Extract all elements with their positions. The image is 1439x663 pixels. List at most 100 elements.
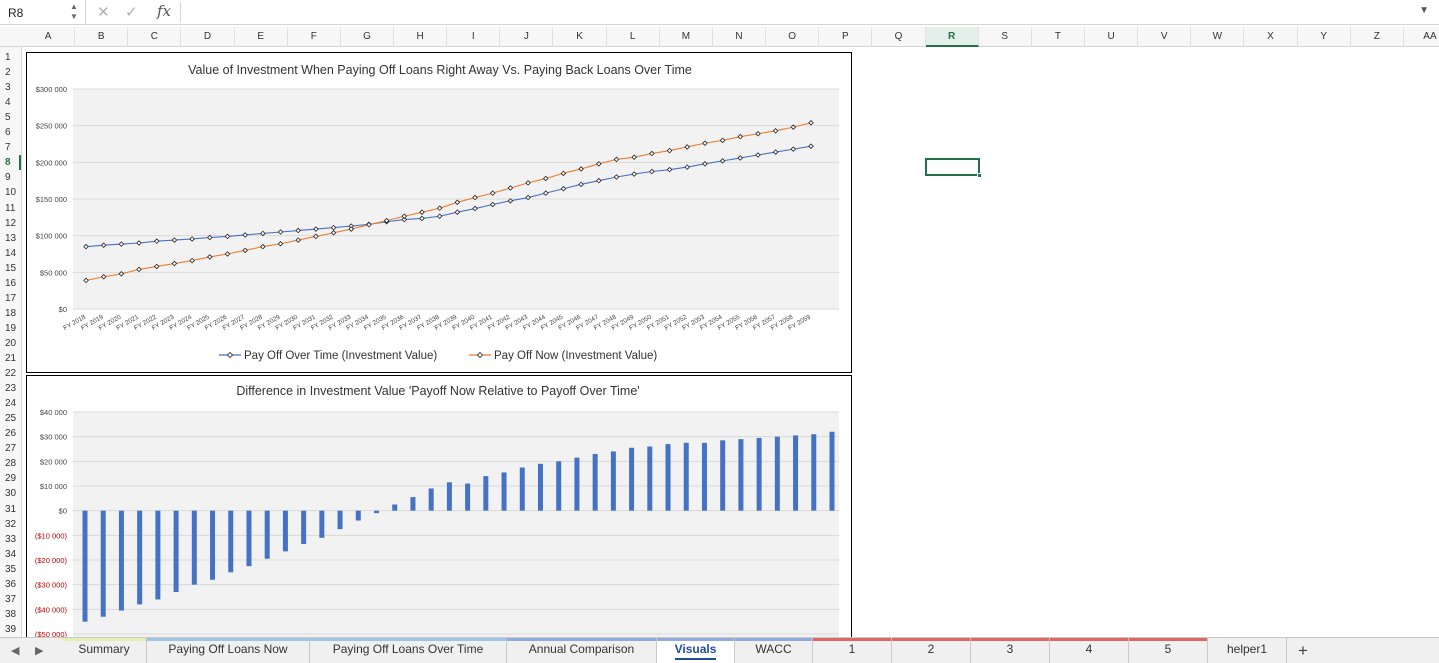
sheet-tab-2[interactable]: 2: [892, 638, 971, 663]
sheet-tab-label: 1: [848, 642, 856, 656]
row-header-39[interactable]: 39: [0, 622, 22, 637]
formula-input[interactable]: [188, 5, 1408, 21]
sheet-tab-1[interactable]: 1: [813, 638, 892, 663]
sheet-tab-paying-off-loans-now[interactable]: Paying Off Loans Now: [147, 638, 310, 663]
row-header-22[interactable]: 22: [0, 366, 22, 381]
row-header-7[interactable]: 7: [0, 140, 22, 155]
row-header-37[interactable]: 37: [0, 592, 22, 607]
column-header-j[interactable]: J: [500, 27, 554, 47]
active-row-marker: [19, 155, 21, 171]
row-header-4[interactable]: 4: [0, 95, 22, 110]
row-header-3[interactable]: 3: [0, 80, 22, 95]
row-header-1[interactable]: 1: [0, 50, 22, 65]
column-header-n[interactable]: N: [713, 27, 767, 47]
column-header-x[interactable]: X: [1244, 27, 1298, 47]
column-header-e[interactable]: E: [235, 27, 288, 47]
add-sheet-button[interactable]: +: [1298, 641, 1308, 661]
column-header-k[interactable]: K: [554, 27, 607, 47]
column-header-w[interactable]: W: [1191, 27, 1245, 47]
column-header-m[interactable]: M: [660, 27, 713, 47]
sheet-tab-3[interactable]: 3: [971, 638, 1050, 663]
row-header-23[interactable]: 23: [0, 381, 22, 396]
column-header-aa[interactable]: AA: [1404, 27, 1439, 47]
row-header-14[interactable]: 14: [0, 246, 22, 261]
row-header-5[interactable]: 5: [0, 110, 22, 125]
row-header-36[interactable]: 36: [0, 577, 22, 592]
row-header-2[interactable]: 2: [0, 65, 22, 80]
investment-value-line-chart[interactable]: Value of Investment When Paying Off Loan…: [26, 52, 852, 373]
row-header-24[interactable]: 24: [0, 396, 22, 411]
sheet-tab-visuals[interactable]: Visuals: [657, 638, 735, 663]
column-header-y[interactable]: Y: [1298, 27, 1351, 47]
row-header-34[interactable]: 34: [0, 547, 22, 562]
row-header-6[interactable]: 6: [0, 125, 22, 140]
row-header-12[interactable]: 12: [0, 216, 22, 231]
y-tick-label: $200 000: [36, 158, 67, 167]
column-header-s[interactable]: S: [979, 27, 1032, 47]
sheet-tab-label: 5: [1164, 642, 1172, 656]
sheet-tab-paying-off-loans-over-time[interactable]: Paying Off Loans Over Time: [310, 638, 507, 663]
bar-fy-2049: [647, 446, 653, 511]
column-header-f[interactable]: F: [288, 27, 341, 47]
investment-difference-bar-chart[interactable]: Difference in Investment Value 'Payoff N…: [26, 375, 852, 641]
row-header-10[interactable]: 10: [0, 185, 22, 200]
column-header-g[interactable]: G: [341, 27, 395, 47]
row-header-21[interactable]: 21: [0, 351, 22, 366]
row-header-18[interactable]: 18: [0, 306, 22, 321]
sheet-tab-helper1[interactable]: helper1: [1208, 638, 1287, 663]
sheet-tab-5[interactable]: 5: [1129, 638, 1208, 663]
formula-divider: [180, 3, 181, 22]
row-header-30[interactable]: 30: [0, 486, 22, 501]
column-header-v[interactable]: V: [1138, 27, 1192, 47]
row-header-16[interactable]: 16: [0, 276, 22, 291]
tab-color-stripe: [971, 638, 1049, 641]
row-header-15[interactable]: 15: [0, 261, 22, 276]
row-header-38[interactable]: 38: [0, 607, 22, 622]
row-header-11[interactable]: 11: [0, 201, 22, 216]
column-header-a[interactable]: A: [22, 27, 76, 47]
sheet-tab-4[interactable]: 4: [1050, 638, 1129, 663]
row-header-26[interactable]: 26: [0, 426, 22, 441]
column-header-h[interactable]: H: [394, 27, 448, 47]
row-header-29[interactable]: 29: [0, 471, 22, 486]
sheet-tab-annual-comparison[interactable]: Annual Comparison: [507, 638, 657, 663]
column-header-z[interactable]: Z: [1351, 27, 1404, 47]
column-header-u[interactable]: U: [1085, 27, 1139, 47]
column-header-d[interactable]: D: [181, 27, 235, 47]
column-header-r[interactable]: R: [925, 27, 979, 47]
row-header-27[interactable]: 27: [0, 441, 22, 456]
row-header-25[interactable]: 25: [0, 411, 22, 426]
row-header-33[interactable]: 33: [0, 532, 22, 547]
column-header-o[interactable]: O: [766, 27, 820, 47]
column-header-p[interactable]: P: [819, 27, 873, 47]
cancel-icon[interactable]: ✕: [97, 3, 110, 21]
row-header-28[interactable]: 28: [0, 456, 22, 471]
row-header-9[interactable]: 9: [0, 170, 22, 185]
row-header-31[interactable]: 31: [0, 502, 22, 517]
selected-cell[interactable]: [924, 158, 982, 179]
column-header-q[interactable]: Q: [872, 27, 926, 47]
row-header-20[interactable]: 20: [0, 336, 22, 351]
tab-color-stripe: [310, 638, 506, 641]
row-header-35[interactable]: 35: [0, 562, 22, 577]
enter-icon[interactable]: ✓: [125, 3, 138, 21]
scroll-tabs-left-icon[interactable]: ◀: [11, 644, 19, 657]
scroll-tabs-right-icon[interactable]: ▶: [35, 644, 43, 657]
row-header-32[interactable]: 32: [0, 517, 22, 532]
expand-formula-bar-icon[interactable]: ▼: [1419, 5, 1429, 16]
sheet-tab-summary[interactable]: Summary: [62, 638, 147, 663]
legend-marker: [226, 351, 234, 359]
column-header-t[interactable]: T: [1032, 27, 1085, 47]
row-header-19[interactable]: 19: [0, 321, 22, 336]
name-box-stepper-icon[interactable]: ▲ ▼: [70, 2, 78, 22]
column-header-c[interactable]: C: [128, 27, 182, 47]
sheet-tab-wacc[interactable]: WACC: [735, 638, 813, 663]
column-header-b[interactable]: B: [75, 27, 129, 47]
row-header-17[interactable]: 17: [0, 291, 22, 306]
active-tab-underline: [675, 658, 716, 660]
insert-function-icon[interactable]: fx: [157, 2, 171, 20]
row-header-13[interactable]: 13: [0, 231, 22, 246]
column-header-i[interactable]: I: [447, 27, 501, 47]
column-header-l[interactable]: L: [607, 27, 660, 47]
fill-handle[interactable]: [976, 173, 982, 179]
